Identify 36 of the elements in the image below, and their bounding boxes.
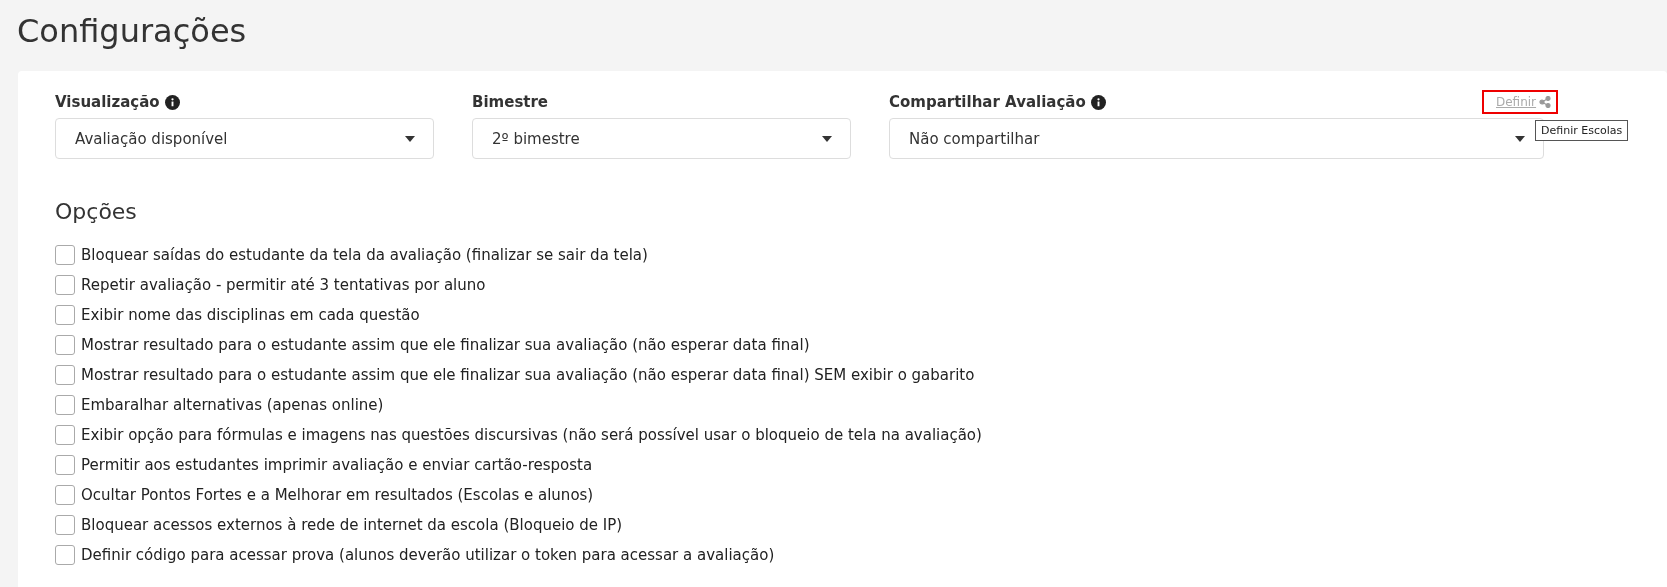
option-label: Definir código para acessar prova (alunos deverão utilizar o token para acessar a avaliação) bbox=[81, 546, 775, 564]
option-label: Bloquear acessos externos à rede de internet da escola (Bloqueio de IP) bbox=[81, 516, 623, 534]
info-icon[interactable] bbox=[164, 94, 180, 110]
option-label: Ocultar Pontos Fortes e a Melhorar em resultados (Escolas e alunos) bbox=[81, 486, 594, 504]
field-label: Compartilhar Avaliação bbox=[889, 93, 1086, 111]
caret-icon bbox=[405, 135, 415, 142]
checkbox[interactable] bbox=[55, 305, 75, 325]
option-label: Mostrar resultado para o estudante assim que ele finalizar sua avaliação (não esperar data final) SEM exibir o gabarito bbox=[81, 366, 975, 384]
option-label: Embaralhar alternativas (apenas online) bbox=[81, 396, 384, 414]
checkbox[interactable] bbox=[55, 425, 75, 445]
section-title: Opções bbox=[55, 199, 138, 224]
select-field[interactable]: Avaliação disponível bbox=[55, 118, 434, 159]
caret-icon bbox=[1515, 135, 1525, 142]
option-label: Exibir nome das disciplinas em cada questão bbox=[81, 306, 420, 324]
option-label: Repetir avaliação - permitir até 3 tentativas por aluno bbox=[81, 276, 486, 294]
checkbox[interactable] bbox=[55, 485, 75, 505]
field-label: Bimestre bbox=[472, 93, 549, 111]
tooltip: Definir Escolas bbox=[1535, 120, 1629, 141]
select-field[interactable]: 2º bimestre bbox=[472, 118, 851, 159]
info-icon[interactable] bbox=[1090, 94, 1106, 110]
option-label: Exibir opção para fórmulas e imagens nas questões discursivas (não será possível usar o bloqueio de tela na avaliação) bbox=[81, 426, 982, 444]
checkbox[interactable] bbox=[55, 395, 75, 415]
checkbox[interactable] bbox=[55, 335, 75, 355]
checkbox[interactable] bbox=[55, 515, 75, 535]
share-icon bbox=[1539, 96, 1552, 108]
option-label: Mostrar resultado para o estudante assim que ele finalizar sua avaliação (não esperar data final) bbox=[81, 336, 810, 354]
field-label: Visualização bbox=[55, 93, 160, 111]
checkbox[interactable] bbox=[55, 545, 75, 565]
checkbox[interactable] bbox=[55, 455, 75, 475]
option-label: Permitir aos estudantes imprimir avaliação e enviar cartão-resposta bbox=[81, 456, 593, 474]
option-label: Bloquear saídas do estudante da tela da avaliação (finalizar se sair da tela) bbox=[81, 246, 648, 264]
caret-icon bbox=[822, 135, 832, 142]
page-title: Configurações bbox=[16, 11, 248, 52]
checkbox[interactable] bbox=[55, 365, 75, 385]
checkbox[interactable] bbox=[55, 245, 75, 265]
checkbox[interactable] bbox=[55, 275, 75, 295]
